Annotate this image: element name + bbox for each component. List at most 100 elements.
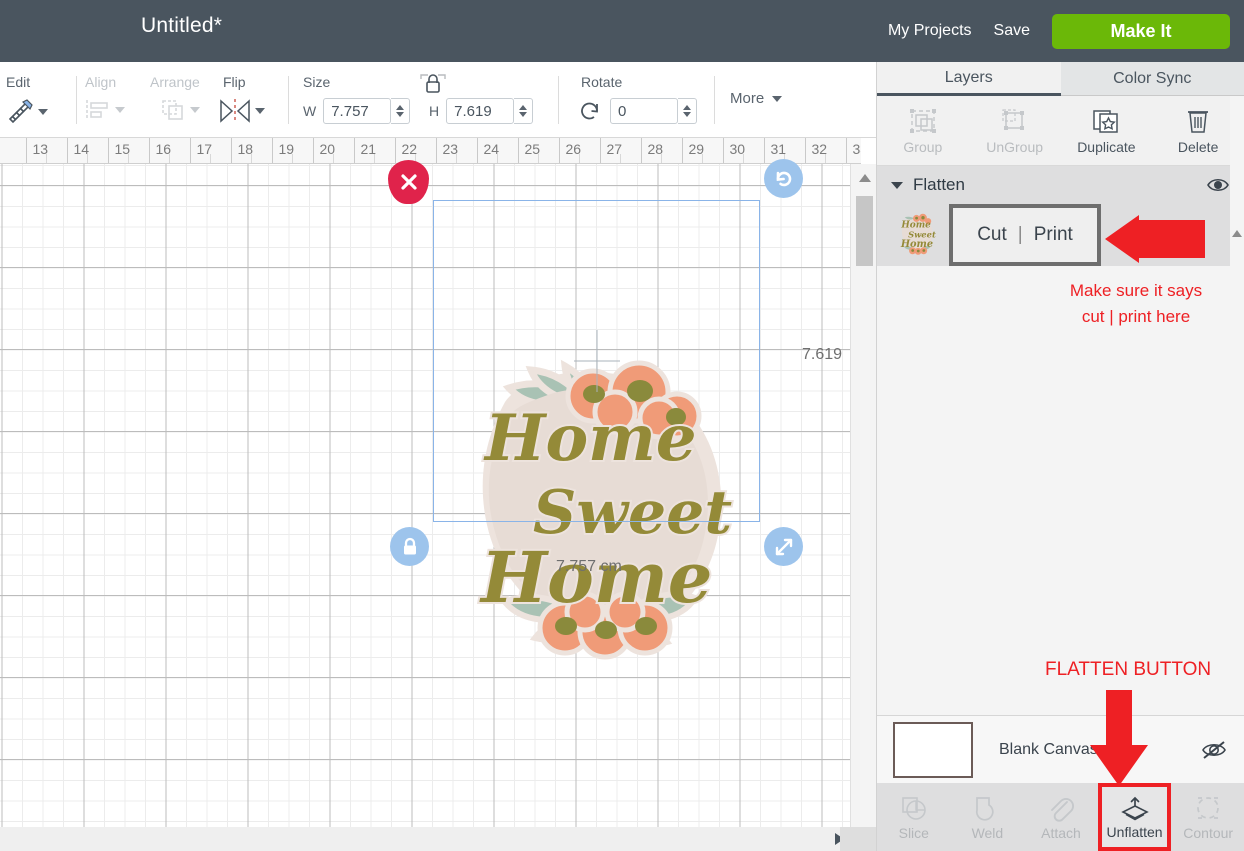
header-actions: My Projects Save Make It xyxy=(888,0,1230,62)
ungroup-label: UnGroup xyxy=(986,138,1044,155)
document-title: Untitled* xyxy=(141,14,223,37)
width-stepper[interactable] xyxy=(391,98,411,124)
ruler-tick xyxy=(148,138,150,163)
blank-canvas-row[interactable]: Blank Canvas xyxy=(877,715,1244,783)
ruler-tick xyxy=(476,138,478,163)
tab-color-sync[interactable]: Color Sync xyxy=(1060,62,1244,96)
canvas-color-swatch[interactable] xyxy=(893,721,973,778)
width-label: W xyxy=(303,103,317,119)
cut-print-note-line-1: Make sure it says xyxy=(1069,281,1203,300)
ruler-number: 24 xyxy=(483,141,500,157)
panel-tabs: Layers Color Sync xyxy=(877,62,1244,96)
ungroup-button: UnGroup xyxy=(969,96,1061,165)
panel-scroll-up-icon[interactable] xyxy=(1232,230,1242,237)
ruler-tick xyxy=(435,138,437,163)
canvas-vertical-scrollbar[interactable] xyxy=(850,164,876,827)
resize-handle-icon xyxy=(775,538,792,555)
rotate-label: Rotate xyxy=(581,74,623,90)
flatten-red-arrow xyxy=(1090,690,1148,786)
rotate-icon[interactable] xyxy=(578,99,602,123)
ruler-number: 20 xyxy=(319,141,336,157)
unflatten-button[interactable]: Unflatten xyxy=(1097,783,1172,851)
ruler-number: 18 xyxy=(237,141,254,157)
scroll-up-arrow-icon[interactable] xyxy=(859,174,871,182)
tool-align: Align xyxy=(85,62,147,138)
tab-layers[interactable]: Layers xyxy=(877,62,1061,96)
weld-button: Weld xyxy=(951,783,1025,851)
height-label: H xyxy=(429,103,440,119)
width-input[interactable] xyxy=(323,98,392,124)
align-chevron-down-icon xyxy=(115,107,125,113)
bottom-tools-bar: Slice Weld Attach Unflatten Contour xyxy=(877,783,1244,851)
vertical-scroll-thumb[interactable] xyxy=(856,196,873,266)
tool-edit[interactable]: Edit xyxy=(6,62,68,138)
ruler-number: 30 xyxy=(729,141,746,157)
eye-icon[interactable] xyxy=(1206,176,1230,194)
tool-more[interactable]: More xyxy=(730,62,830,138)
delete-x-icon xyxy=(400,174,417,190)
contour-icon xyxy=(1193,794,1223,822)
ruler-number: 33 xyxy=(852,141,862,157)
blank-canvas-label: Blank Canvas xyxy=(999,740,1098,758)
rotate-input[interactable] xyxy=(610,98,678,124)
delete-label: Delete xyxy=(1177,138,1219,155)
ruler-number: 13 xyxy=(32,141,49,157)
trash-icon xyxy=(1183,107,1213,135)
height-input[interactable] xyxy=(446,98,515,124)
eye-hidden-icon[interactable] xyxy=(1199,738,1229,762)
ruler-number: 29 xyxy=(688,141,705,157)
arrange-chevron-down-icon xyxy=(190,107,200,113)
make-it-button[interactable]: Make It xyxy=(1052,13,1230,49)
slice-button: Slice xyxy=(877,783,951,851)
cut-print-separator: | xyxy=(1017,224,1023,245)
chevron-down-icon[interactable] xyxy=(891,181,903,189)
ruler-tick xyxy=(394,138,396,163)
ruler-tick xyxy=(312,138,314,163)
cut-print-annotation: Make sure it says cut | print here xyxy=(1031,278,1241,330)
canvas-horizontal-scrollbar[interactable] xyxy=(0,827,876,851)
ruler-tick xyxy=(517,138,519,163)
app-header: Untitled* My Projects Save Make It xyxy=(0,0,1244,62)
ruler-tick xyxy=(763,138,765,163)
delete-handle-button[interactable] xyxy=(388,160,429,204)
rotate-stepper[interactable] xyxy=(678,98,697,124)
ruler-number: 19 xyxy=(278,141,295,157)
duplicate-button[interactable]: Duplicate xyxy=(1061,96,1153,165)
ruler-tick xyxy=(66,138,68,163)
height-field-row: H xyxy=(429,98,534,124)
tool-rotate: Rotate xyxy=(578,62,718,138)
ruler-tick xyxy=(107,138,109,163)
edit-pencil-icon xyxy=(6,98,34,126)
ruler-number: 26 xyxy=(565,141,582,157)
resize-handle-button[interactable] xyxy=(764,527,803,566)
tool-flip[interactable]: Flip xyxy=(218,62,280,138)
lock-closed-icon[interactable] xyxy=(418,72,448,94)
ruler-number: 27 xyxy=(606,141,623,157)
height-stepper[interactable] xyxy=(514,98,534,124)
flip-chevron-down-icon[interactable] xyxy=(255,108,265,114)
more-chevron-down-icon[interactable] xyxy=(772,95,783,102)
rotate-field-row xyxy=(578,98,697,124)
ruler-tick xyxy=(271,138,273,163)
duplicate-label: Duplicate xyxy=(1077,138,1136,155)
horizontal-ruler: 13 14 15 16 17 18 19 20 21 22 23 24 25 26 27 28 29 30 31 32… xyxy=(0,138,861,164)
arrange-label: Arrange xyxy=(150,74,200,90)
design-canvas[interactable]: Home Sweet Home xyxy=(0,164,861,827)
rotate-handle-button[interactable] xyxy=(764,159,803,198)
attach-paperclip-icon xyxy=(1046,794,1076,822)
save-button[interactable]: Save xyxy=(994,22,1030,40)
my-projects-link[interactable]: My Projects xyxy=(888,22,972,40)
rotate-handle-icon xyxy=(776,171,791,186)
ruler-number: 23 xyxy=(442,141,459,157)
layer-group-header[interactable]: Flatten xyxy=(877,166,1244,204)
print-label: Print xyxy=(1033,224,1073,245)
lock-handle-button[interactable] xyxy=(390,527,429,566)
ruler-tick xyxy=(722,138,724,163)
edit-chevron-down-icon[interactable] xyxy=(38,109,48,115)
ruler-number: 28 xyxy=(647,141,664,157)
ruler-tick xyxy=(25,138,27,163)
cut-print-badge[interactable]: Cut | Print xyxy=(949,204,1101,266)
unflatten-label: Unflatten xyxy=(1106,823,1163,840)
toolbar-divider xyxy=(76,76,77,124)
panel-scrollbar[interactable] xyxy=(1230,96,1244,819)
